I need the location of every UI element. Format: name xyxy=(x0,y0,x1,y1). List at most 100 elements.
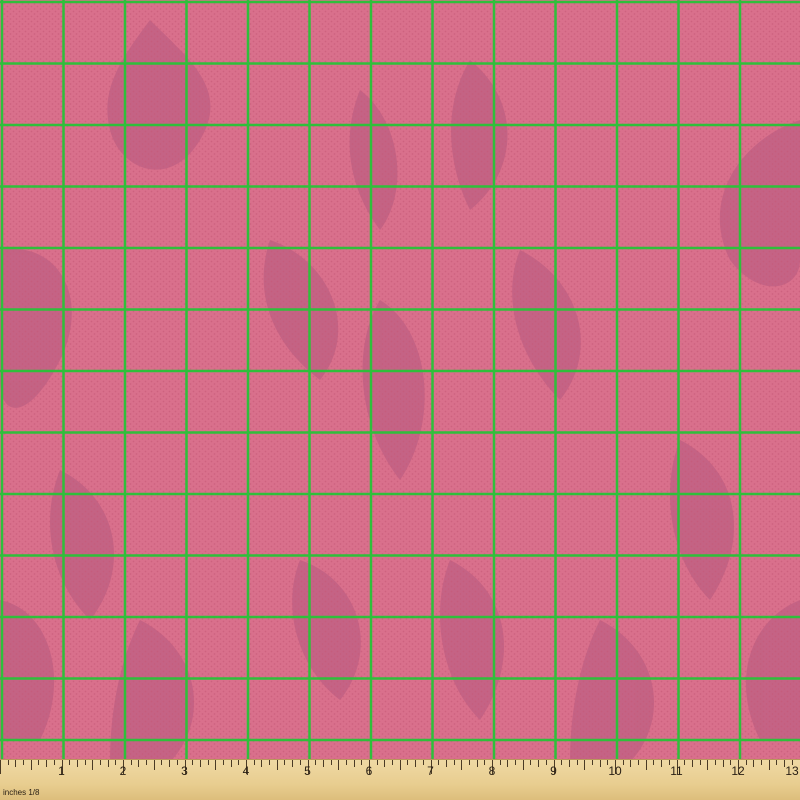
ruler-tick xyxy=(330,760,332,765)
ruler-tick xyxy=(638,760,640,765)
ruler-tick xyxy=(538,760,540,767)
ruler-unit-label: inches 1/8 xyxy=(3,788,40,797)
fabric-swatch-canvas: inches 1/8 1 2 3 4 5 6 7 8 9 10 11 12 13 xyxy=(0,0,800,800)
ruler-tick xyxy=(522,760,524,770)
ruler-tick xyxy=(445,760,447,767)
ruler-tick xyxy=(415,760,417,767)
ruler-tick xyxy=(376,760,378,765)
ruler-tick xyxy=(461,760,463,770)
ruler-tick xyxy=(392,760,394,765)
ruler-tick xyxy=(515,760,517,765)
ruler-tick xyxy=(653,760,655,765)
ruler-tick xyxy=(684,760,686,765)
ruler-tick xyxy=(292,760,294,767)
ruler-tick xyxy=(7,760,9,765)
ruler-tick xyxy=(30,760,32,770)
ruler-tick xyxy=(645,760,647,770)
ruler-tick xyxy=(176,760,178,765)
ruler-tick xyxy=(115,760,117,765)
ruler-tick xyxy=(599,760,601,767)
ruler-tick xyxy=(199,760,201,767)
ruler-tick xyxy=(0,760,1,774)
ruler-tick xyxy=(84,760,86,765)
ruler-tick xyxy=(15,760,17,767)
ruler-tick xyxy=(299,760,301,765)
ruler-number: 3 xyxy=(181,764,188,778)
ruler-tick xyxy=(407,760,409,765)
ruler-tick xyxy=(230,760,232,767)
ruler-tick xyxy=(99,760,101,765)
ruler-tick xyxy=(545,760,547,765)
ruler-tick xyxy=(315,760,317,765)
ruler-number: 12 xyxy=(731,764,745,778)
ruler-tick xyxy=(338,760,340,770)
ruler-tick xyxy=(561,760,563,765)
ruler-number: 10 xyxy=(608,764,622,778)
ruler-tick xyxy=(453,760,455,765)
ruler-tick xyxy=(161,760,163,765)
ruler-tick xyxy=(714,760,716,765)
ruler-tick xyxy=(576,760,578,765)
ruler-tick xyxy=(499,760,501,765)
ruler-tick xyxy=(422,760,424,765)
ruler-tick xyxy=(130,760,132,765)
ruler-tick xyxy=(192,760,194,765)
fabric-pattern xyxy=(0,0,800,762)
ruler-tick xyxy=(153,760,155,770)
ruler-tick xyxy=(591,760,593,765)
ruler-tick xyxy=(584,760,586,770)
ruler-tick xyxy=(468,760,470,765)
ruler-tick xyxy=(661,760,663,767)
ruler-tick xyxy=(269,760,271,765)
ruler-tick xyxy=(745,760,747,765)
ruler-number: 4 xyxy=(242,764,250,778)
ruler-tick xyxy=(253,760,255,765)
ruler-tick xyxy=(507,760,509,767)
ruler-tick xyxy=(622,760,624,765)
ruler-tick xyxy=(92,760,94,770)
ruler-tick xyxy=(138,760,140,767)
ruler-tick xyxy=(23,760,25,765)
ruler-tick xyxy=(53,760,55,765)
ruler-number: 1 xyxy=(58,764,65,778)
ruler-tick xyxy=(222,760,224,765)
ruler-number: 8 xyxy=(488,764,496,778)
ruler-tick xyxy=(699,760,701,765)
ruler-tick xyxy=(261,760,263,767)
ruler-tick xyxy=(353,760,355,767)
ruler-number: 13 xyxy=(785,764,799,778)
ruler-tick xyxy=(630,760,632,767)
ruler-tick xyxy=(530,760,532,765)
ruler-tick xyxy=(46,760,48,767)
ruler-number: 7 xyxy=(427,764,434,778)
ruler-number: 5 xyxy=(304,764,311,778)
ruler-tick xyxy=(169,760,171,767)
ruler-tick xyxy=(69,760,71,765)
fabric-texture xyxy=(0,0,800,762)
ruler-tick xyxy=(399,760,401,770)
ruler-tick xyxy=(276,760,278,770)
ruler-tick xyxy=(753,760,755,767)
ruler-tick xyxy=(476,760,478,767)
ruler-tick xyxy=(361,760,363,765)
ruler-tick xyxy=(146,760,148,765)
ruler-tick xyxy=(238,760,240,765)
ruler-tick xyxy=(722,760,724,767)
ruler-tick xyxy=(384,760,386,767)
ruler-tick xyxy=(345,760,347,765)
ruler-number: 6 xyxy=(365,764,373,778)
ruler-tick xyxy=(768,760,770,770)
ruler-tick xyxy=(38,760,40,765)
ruler-tick xyxy=(107,760,109,767)
ruler-tick xyxy=(484,760,486,765)
ruler-tick xyxy=(284,760,286,765)
ruler-tick xyxy=(776,760,778,765)
ruler-number: 9 xyxy=(550,764,557,778)
ruler-number: 11 xyxy=(670,764,683,778)
ruler-tick xyxy=(215,760,217,770)
ruler-tick xyxy=(438,760,440,765)
ruler-number: 2 xyxy=(119,764,127,778)
ruler-tick xyxy=(691,760,693,767)
ruler-tick xyxy=(707,760,709,770)
ruler-tick xyxy=(568,760,570,767)
